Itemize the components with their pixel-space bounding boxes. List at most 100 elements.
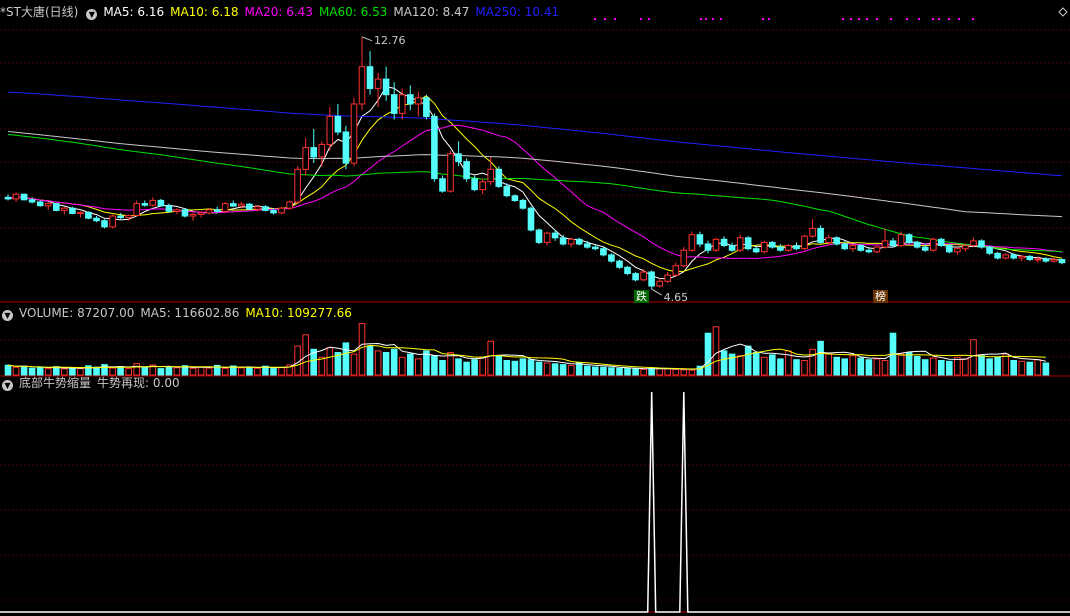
candle-body — [897, 234, 905, 247]
marker-dot — [604, 18, 606, 20]
candle-body — [125, 214, 133, 219]
candle-body — [1010, 254, 1018, 259]
volume-bar — [117, 366, 124, 376]
candle-body — [567, 238, 575, 245]
candle-body — [246, 203, 253, 210]
candle-body — [238, 203, 245, 207]
candle-body — [793, 245, 800, 250]
volume-bar — [503, 360, 511, 376]
candle-body — [704, 243, 712, 251]
candle-body — [117, 215, 124, 219]
volume-bar — [439, 360, 446, 376]
candle-body — [109, 215, 116, 228]
marker-dot — [948, 18, 950, 20]
volume-bar — [543, 362, 551, 376]
candle-body — [761, 241, 768, 253]
volume-bar — [358, 323, 366, 376]
volume-bar — [366, 345, 374, 376]
candle-body — [270, 209, 277, 214]
volume-bar — [527, 359, 535, 376]
candle-body — [970, 240, 977, 247]
candle-body — [978, 240, 985, 248]
candle-body — [61, 207, 68, 211]
candle-body — [374, 78, 382, 89]
candle-body — [334, 115, 342, 133]
price-panel-header: *ST大唐(日线) ▼ MA5: 6.16 MA10: 6.18 MA20: 6.43 M… — [0, 4, 571, 20]
candle-body — [551, 232, 559, 239]
candle-body — [294, 168, 301, 203]
volume-bar — [873, 358, 881, 376]
candle-body — [487, 168, 494, 183]
marker-dot — [890, 18, 892, 20]
candle-body — [479, 181, 486, 191]
candle-body — [4, 196, 12, 200]
candle-body — [616, 260, 623, 268]
volume-bar — [189, 367, 197, 376]
candle-body — [688, 234, 696, 251]
candle-body — [865, 249, 873, 253]
marker-dot — [720, 18, 722, 20]
volume-bar — [777, 358, 784, 376]
candle-body — [197, 212, 205, 215]
volume-bar — [318, 356, 326, 376]
volume-bar — [913, 356, 921, 376]
candle-body — [503, 185, 511, 197]
candle-body — [1050, 259, 1058, 262]
indicator-volume-1: MA5: 116602.86 — [140, 306, 240, 320]
candle-body — [889, 240, 897, 247]
volume-bar — [1026, 361, 1034, 376]
candle-body — [358, 66, 366, 105]
signal-toggle-icon[interactable]: ▼ — [2, 380, 13, 391]
candle-body — [801, 235, 808, 250]
volume-toggle-icon[interactable]: ▼ — [2, 310, 13, 321]
panel-toggle-icon[interactable]: ▼ — [86, 9, 98, 20]
candle-body — [930, 238, 937, 251]
candle-body — [398, 94, 406, 114]
candle-body — [165, 205, 173, 212]
candle-body — [938, 238, 945, 247]
volume-bar — [825, 353, 833, 376]
volume-bar — [881, 360, 889, 376]
volume-bar — [575, 362, 583, 376]
volume-bar — [688, 369, 696, 376]
volume-bar — [584, 365, 591, 376]
volume-bar — [857, 357, 865, 376]
candle-body — [205, 209, 213, 214]
volume-bar — [101, 364, 108, 376]
volume-bar — [254, 367, 261, 376]
candle-body — [817, 227, 824, 243]
marker-dot — [842, 18, 844, 20]
volume-bar — [519, 358, 527, 376]
marker-dot — [850, 18, 852, 20]
candle-body — [28, 199, 36, 203]
volume-bar — [382, 352, 390, 376]
candle-body — [1058, 259, 1066, 264]
candle-body — [407, 94, 414, 105]
candle-body — [994, 252, 1001, 259]
candle-body — [664, 274, 672, 282]
candle-body — [278, 207, 285, 214]
candle-body — [463, 161, 470, 180]
candle-body — [310, 147, 317, 158]
high-price-label: 12.76 — [374, 33, 406, 47]
drop-tag: 跌 — [634, 290, 649, 303]
candle-body — [648, 271, 655, 287]
volume-bar — [962, 358, 969, 376]
marker-dot — [858, 18, 860, 20]
volume-bar — [921, 359, 929, 376]
volume-bar — [720, 350, 728, 376]
marker-dot — [958, 18, 960, 20]
candle-body — [1018, 255, 1026, 259]
volume-bar — [415, 358, 422, 376]
candle-body — [133, 203, 140, 216]
candle-body — [535, 229, 543, 243]
candle-body — [769, 241, 776, 248]
candle-body — [825, 237, 833, 244]
volume-bar — [455, 358, 462, 376]
candle-body — [575, 238, 583, 245]
candle-body — [656, 280, 664, 287]
candle-body — [69, 207, 76, 214]
candle-body — [366, 66, 374, 89]
candle-body — [173, 209, 181, 212]
volume-bar — [736, 355, 744, 376]
